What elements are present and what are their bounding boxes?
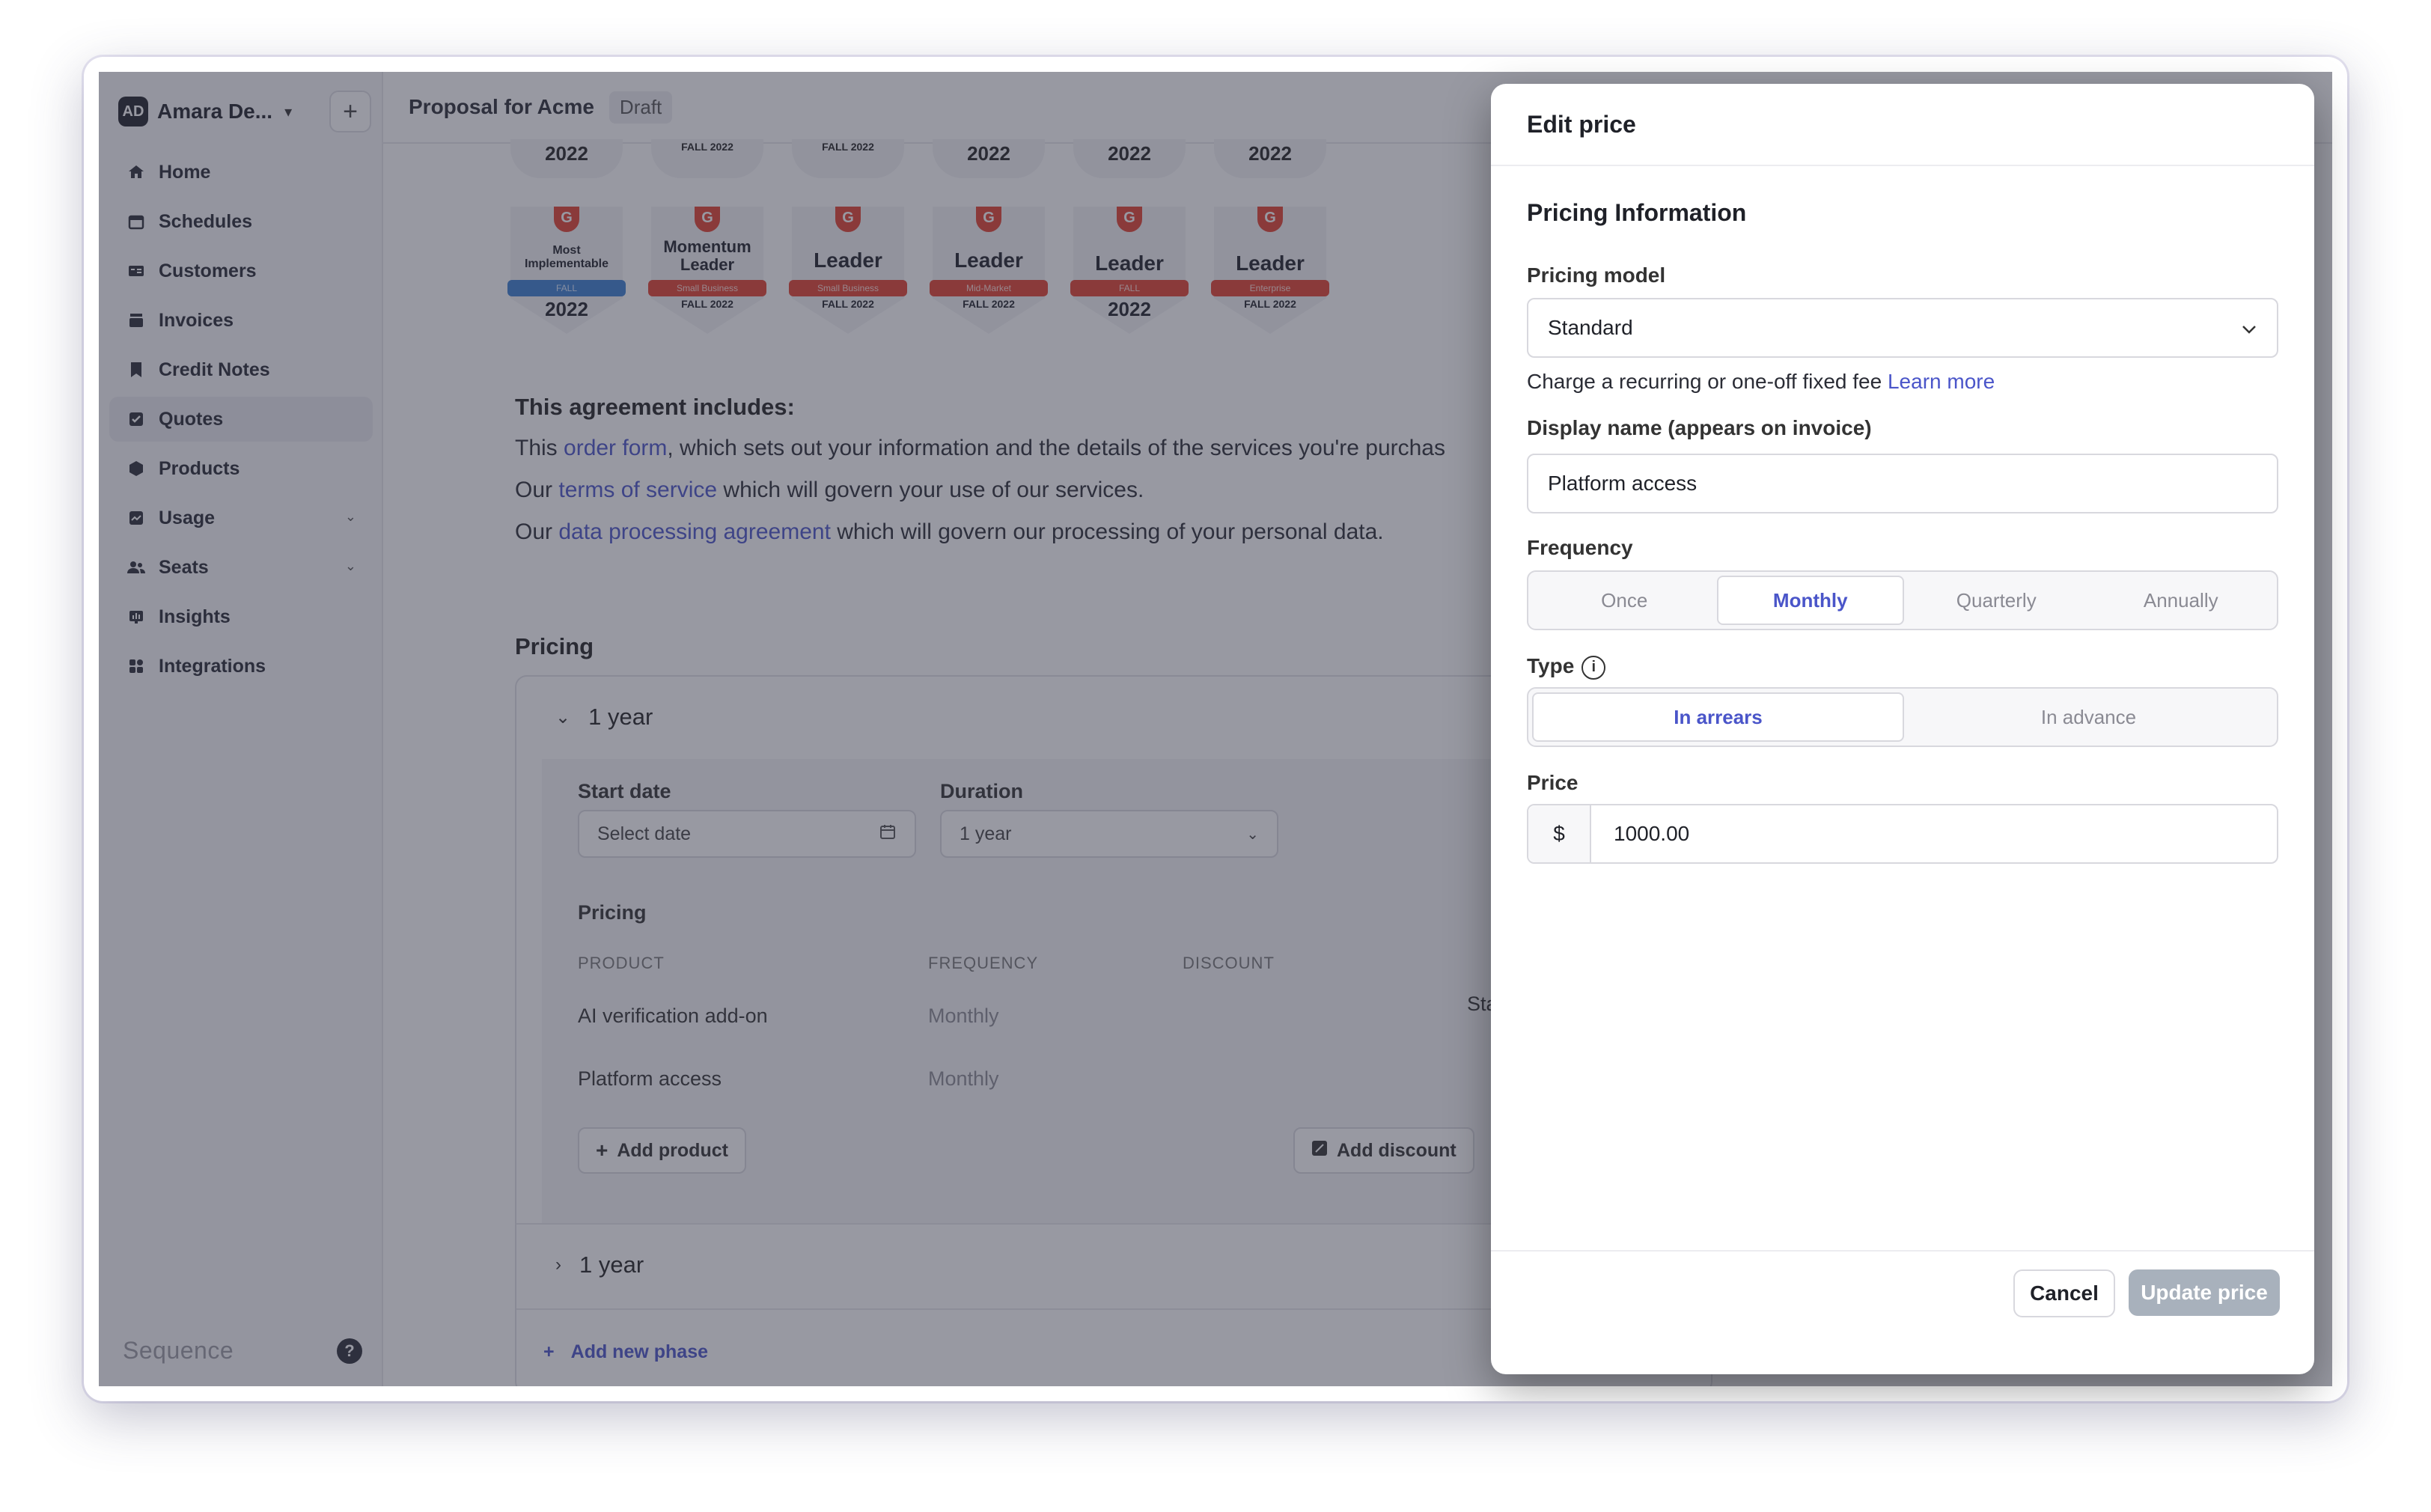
type-option-in-advance[interactable]: In advance (1904, 692, 2273, 742)
currency-symbol: $ (1528, 805, 1591, 862)
section-heading: Pricing Information (1527, 199, 1747, 226)
pricing-model-help: Charge a recurring or one-off fixed fee … (1527, 370, 1995, 394)
type-option-in-arrears[interactable]: In arrears (1532, 692, 1904, 742)
frequency-option-annually[interactable]: Annually (2089, 576, 2274, 625)
frequency-segmented-control: Once Monthly Quarterly Annually (1527, 570, 2278, 630)
modal-footer: Cancel Update price (1491, 1250, 2314, 1334)
edit-price-modal: Edit price Pricing Information Pricing m… (1491, 84, 2314, 1374)
display-name-input[interactable]: Platform access (1527, 454, 2278, 513)
cancel-button[interactable]: Cancel (2013, 1269, 2115, 1317)
pricing-model-label: Pricing model (1527, 263, 1666, 287)
display-name-value: Platform access (1548, 472, 1698, 495)
display-name-label: Display name (appears on invoice) (1527, 416, 1872, 439)
chevron-down-icon (2241, 316, 2257, 340)
price-input[interactable]: $ 1000.00 (1527, 804, 2278, 864)
price-label: Price (1527, 771, 1579, 794)
type-label-row: Type i (1527, 654, 1606, 680)
app-window: AD Amara De... ▾ + Home Schedules Custom… (84, 57, 2347, 1401)
pricing-model-select[interactable]: Standard (1527, 298, 2278, 358)
type-label: Type (1527, 654, 1575, 677)
help-text: Charge a recurring or one-off fixed fee (1527, 370, 1888, 393)
type-segmented-control: In arrears In advance (1527, 687, 2278, 747)
frequency-option-monthly[interactable]: Monthly (1716, 576, 1904, 625)
learn-more-link[interactable]: Learn more (1888, 370, 1995, 393)
pricing-model-value: Standard (1548, 316, 1633, 339)
modal-title: Edit price (1491, 84, 2314, 166)
update-price-button[interactable]: Update price (2129, 1269, 2280, 1316)
price-value: 1000.00 (1614, 822, 1690, 845)
frequency-option-once[interactable]: Once (1532, 576, 1717, 625)
frequency-label: Frequency (1527, 536, 1633, 559)
frequency-option-quarterly[interactable]: Quarterly (1904, 576, 2089, 625)
info-icon[interactable]: i (1581, 655, 1606, 680)
